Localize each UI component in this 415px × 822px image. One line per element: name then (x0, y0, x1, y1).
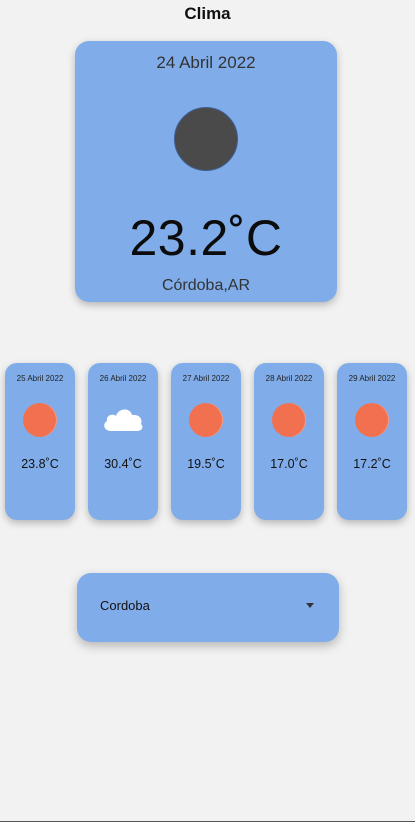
city-dropdown-value: Cordoba (100, 598, 150, 613)
sun-icon (189, 403, 223, 437)
sun-icon (272, 403, 306, 437)
sun-icon (23, 403, 57, 437)
forecast-temperature: 23.8˚C (21, 457, 59, 471)
forecast-date: 25 Abril 2022 (16, 374, 64, 383)
chevron-down-icon (306, 603, 314, 608)
forecast-date: 27 Abril 2022 (182, 374, 230, 383)
forecast-temperature: 30.4˚C (104, 457, 142, 471)
current-date: 24 Abril 2022 (156, 53, 256, 72)
forecast-card: 28 Abril 2022 17.0˚C (254, 363, 324, 520)
current-weather-card: 24 Abril 2022 23.2˚C Córdoba,AR (75, 41, 337, 302)
forecast-card: 26 Abril 2022 30.4˚C (88, 363, 158, 520)
city-dropdown[interactable]: Cordoba (77, 573, 339, 642)
forecast-card: 25 Abril 2022 23.8˚C (5, 363, 75, 520)
forecast-card: 29 Abril 2022 17.2˚C (337, 363, 407, 520)
moon-icon (174, 107, 238, 171)
current-location: Córdoba,AR (161, 277, 251, 294)
forecast-date: 29 Abril 2022 (348, 374, 396, 383)
forecast-date: 26 Abril 2022 (99, 374, 147, 383)
forecast-date: 28 Abril 2022 (265, 374, 313, 383)
sun-icon (355, 403, 389, 437)
forecast-card: 27 Abril 2022 19.5˚C (171, 363, 241, 520)
forecast-temperature: 19.5˚C (187, 457, 225, 471)
current-temperature: 23.2˚C (129, 210, 283, 266)
forecast-temperature: 17.2˚C (353, 457, 391, 471)
forecast-temperature: 17.0˚C (270, 457, 308, 471)
app-title: Clima (184, 4, 231, 23)
cloud-icon (104, 409, 143, 431)
